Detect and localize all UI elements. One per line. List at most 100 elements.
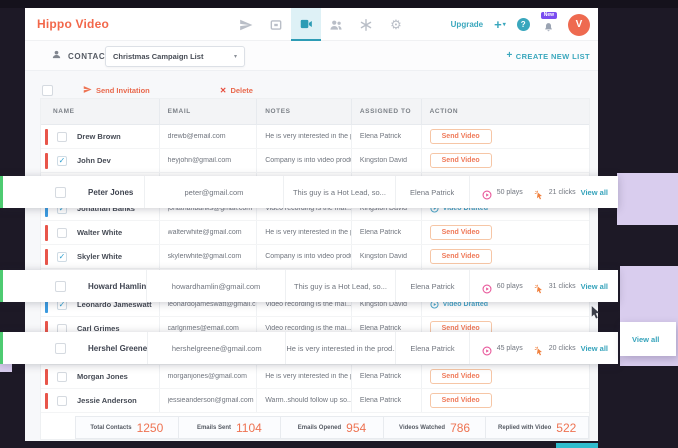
send-video-button[interactable]: Send Video (430, 249, 492, 264)
row-checkbox[interactable] (55, 187, 66, 198)
contact-assigned: Elena Patrick (410, 188, 454, 197)
send-video-button[interactable]: Send Video (430, 369, 492, 384)
table-row[interactable]: ✓ Skyler White skylerwhite@gmail.com Com… (41, 245, 589, 269)
stat-value: 1250 (137, 421, 164, 435)
table-row[interactable]: Morgan Jones morganjones@gmail.com He is… (41, 365, 589, 389)
view-all-link[interactable]: View all (581, 188, 608, 197)
contact-notes: This guy is a Hot Lead, so... (294, 282, 387, 291)
clicks-count: 31 clicks (549, 283, 576, 290)
row-status-indicator (45, 129, 48, 145)
top-bar: Hippo Video ⚙ Upgrade + ▾ ? New V (25, 8, 598, 41)
contact-notes: He is very interested in the prod... (265, 373, 351, 380)
nav-screen-icon[interactable] (261, 8, 291, 41)
person-icon (51, 47, 62, 65)
contact-list-bar: CONTACT LIST Christmas Campaign List ▾ +… (25, 41, 598, 71)
bell-icon (543, 20, 554, 38)
delete-button[interactable]: ✕ Delete (220, 86, 253, 95)
contact-assigned: Kingston David (360, 253, 407, 260)
help-button[interactable]: ? (517, 18, 530, 31)
click-cursor-icon (534, 187, 544, 197)
contact-email: howardhamlin@gmail.com (172, 282, 260, 291)
stat-label: Replied with Video (498, 425, 551, 431)
row-status-indicator (45, 225, 48, 241)
highlighted-contact-row[interactable]: Peter Jones peter@gmail.com This guy is … (0, 176, 618, 208)
notifications-button[interactable]: New (541, 12, 557, 38)
send-video-button[interactable]: Send Video (430, 393, 492, 408)
contacts-table: NAME EMAIL NOTES ASSIGNED TO ACTION Drew… (40, 98, 590, 440)
contact-assigned: Elena Patrick (360, 229, 401, 236)
send-video-button[interactable]: Send Video (430, 153, 492, 168)
view-all-link[interactable]: View all (581, 282, 608, 291)
highlighted-contact-row[interactable]: Hershel Greene hershelgreene@gmail.com H… (0, 332, 618, 364)
view-all-link[interactable]: View all (632, 335, 659, 344)
nav-gear-icon[interactable]: ⚙ (381, 8, 411, 41)
teal-edge-strip (556, 443, 598, 448)
hippo-video-logo: Hippo Video (37, 17, 109, 31)
view-all-link[interactable]: View all (581, 344, 608, 353)
contact-assigned: Elena Patrick (360, 373, 401, 380)
row-status-indicator (45, 369, 48, 385)
summary-stats-bar: Total Contacts 1250 Emails Sent 1104 Ema… (75, 416, 589, 439)
contact-notes: Video recording is the mai... (265, 325, 351, 332)
plus-icon: + (507, 51, 513, 61)
summary-stat: Videos Watched 786 (383, 417, 486, 438)
x-icon: ✕ (220, 86, 227, 95)
view-all-popup[interactable]: View all (620, 322, 676, 356)
avatar[interactable]: V (568, 14, 590, 36)
table-body: Drew Brown drewb@email.com He is very in… (41, 125, 589, 413)
list-select-dropdown[interactable]: Christmas Campaign List ▾ (105, 46, 245, 67)
create-new-list-button[interactable]: + CREATE NEW LIST (507, 41, 590, 71)
paper-plane-icon (83, 81, 92, 99)
select-all-checkbox[interactable] (42, 85, 53, 96)
contact-email: jessieanderson@gmail.com (168, 397, 254, 404)
main-nav: ⚙ (231, 8, 411, 41)
send-video-button[interactable]: Send Video (430, 129, 492, 144)
row-checkbox[interactable] (55, 281, 66, 292)
contact-notes: This guy is a Hot Lead, so... (293, 188, 386, 197)
row-checkbox[interactable]: ✓ (57, 252, 67, 262)
column-header-assigned: ASSIGNED TO (351, 99, 421, 124)
row-checkbox[interactable]: ✓ (57, 156, 67, 166)
upgrade-link[interactable]: Upgrade (451, 20, 483, 29)
contact-assigned: Elena Patrick (360, 325, 401, 332)
contact-email: skylerwhite@gmail.com (168, 253, 242, 260)
highlighted-contact-row[interactable]: Howard Hamlin howardhamlin@gmail.com Thi… (0, 270, 618, 302)
table-row[interactable]: ✓ John Dev heyjohn@gmail.com Company is … (41, 149, 589, 173)
contact-email: leonardojameswatt@gmail.com (168, 301, 257, 308)
summary-stat: Replied with Video 522 (485, 417, 588, 438)
table-row[interactable]: Jessie Anderson jessieanderson@gmail.com… (41, 389, 589, 413)
row-checkbox[interactable] (57, 132, 67, 142)
contact-email: drewb@email.com (168, 133, 226, 140)
caret-down-icon: ▾ (234, 53, 237, 60)
nav-paper-plane-icon[interactable] (231, 8, 261, 41)
stat-label: Total Contacts (90, 425, 131, 431)
nav-video-camera-icon[interactable] (291, 8, 321, 41)
video-drafted-label: Video Drafted (443, 301, 488, 308)
contact-assigned: Elena Patrick (360, 133, 401, 140)
stat-value: 522 (556, 421, 576, 435)
mouse-cursor-icon (591, 306, 600, 324)
screenshot-root: Hippo Video ⚙ Upgrade + ▾ ? New V CONTA (0, 0, 678, 448)
contact-name: Walter White (77, 228, 122, 237)
table-row[interactable]: Walter White walterwhite@gmail.com He is… (41, 221, 589, 245)
row-checkbox[interactable] (57, 228, 67, 238)
contact-assigned: Kingston David (360, 301, 407, 308)
row-checkbox[interactable] (57, 372, 67, 382)
send-video-button[interactable]: Send Video (430, 225, 492, 240)
nav-users-icon[interactable] (321, 8, 351, 41)
app-window: Hippo Video ⚙ Upgrade + ▾ ? New V CONTA (25, 8, 598, 441)
contact-email: carlgrimes@email.com (168, 325, 239, 332)
click-cursor-icon (534, 281, 544, 291)
send-invitation-button[interactable]: Send Invitation (83, 81, 150, 99)
nav-asterisk-icon[interactable] (351, 8, 381, 41)
contact-name: Morgan Jones (77, 372, 128, 381)
column-header-action: ACTION (421, 99, 589, 124)
contact-notes: He is very interested in the prod... (265, 133, 351, 140)
create-menu-button[interactable]: + ▾ (494, 18, 506, 31)
row-checkbox[interactable] (57, 396, 67, 406)
row-checkbox[interactable] (55, 343, 66, 354)
stat-value: 786 (450, 421, 470, 435)
summary-stat: Emails Sent 1104 (178, 417, 281, 438)
table-row[interactable]: Drew Brown drewb@email.com He is very in… (41, 125, 589, 149)
contact-email: hershelgreene@gmail.com (172, 344, 262, 353)
